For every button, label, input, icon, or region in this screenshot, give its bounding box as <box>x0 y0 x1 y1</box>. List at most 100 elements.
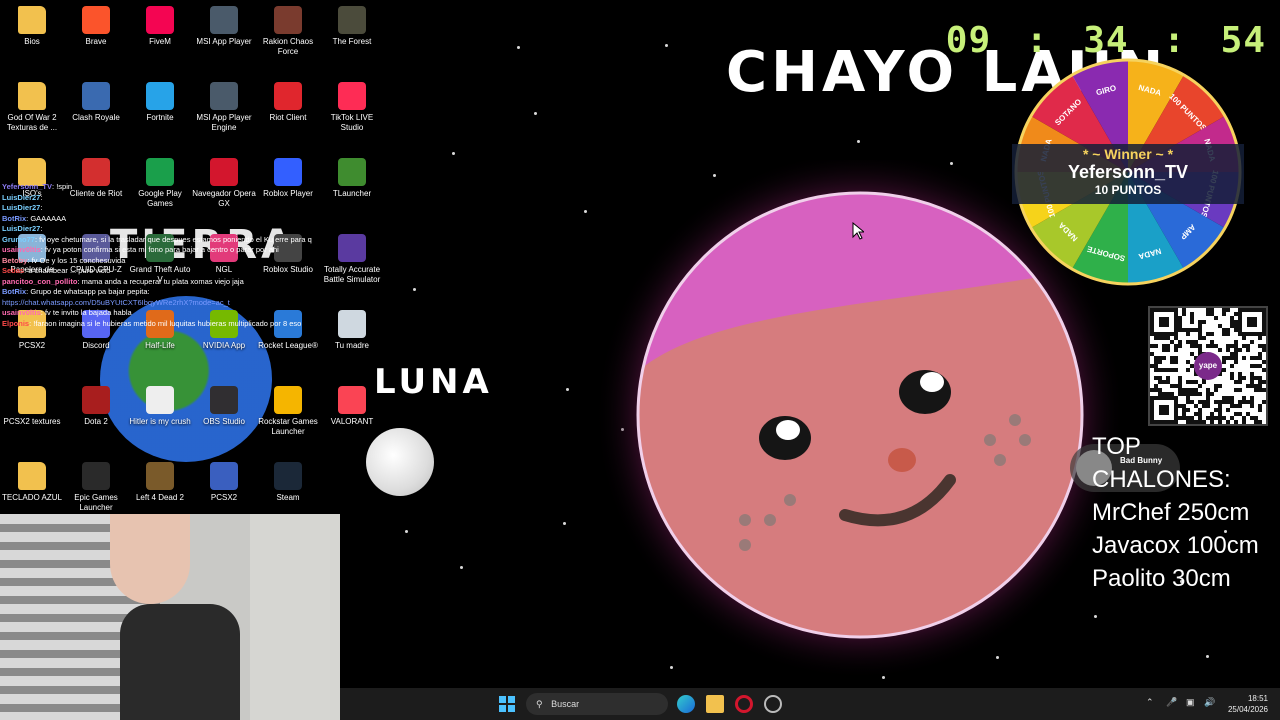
desktop-icon-label: Half-Life <box>145 341 175 350</box>
start-button[interactable] <box>498 695 516 713</box>
clash-royale-icon <box>82 82 110 110</box>
desktop-icon[interactable]: Left 4 Dead 2 <box>128 462 192 503</box>
desktop-icon[interactable]: The Forest <box>320 6 384 47</box>
chat-message: Grumo77: fv oye chetumare, si la traslad… <box>2 235 312 246</box>
winner-name: Yefersonn_TV <box>1067 162 1189 182</box>
desktop-icon-label: God Of War 2 Texturas de ... <box>6 113 58 132</box>
eye-highlight <box>776 420 800 440</box>
desktop-icon-label: Rocket League® <box>258 341 318 350</box>
chat-text: : fv ya poton confirma si esta mi fono p… <box>40 245 279 254</box>
desktop-icon-label: Clash Royale <box>72 113 120 122</box>
desktop-icon[interactable]: Hitler is my crush <box>128 386 192 427</box>
desktop-icon-label: PCSX2 <box>210 493 238 502</box>
clock-hours: 09 <box>945 20 992 61</box>
chat-message: LuisDier27: <box>2 224 312 235</box>
tray-chevron-icon[interactable]: ⌃ <box>1146 697 1154 708</box>
desktop-icon[interactable]: Brave <box>64 6 128 47</box>
desktop-icon-label: PCSX2 textures <box>3 417 61 426</box>
desktop-icon[interactable]: Dota 2 <box>64 386 128 427</box>
search-icon: ⚲ <box>536 699 543 709</box>
planet-nose <box>888 448 916 472</box>
desktop-icon-label: Rakion Chaos Force <box>262 37 314 56</box>
desktop-icon-label: MSI App Player Engine <box>196 113 252 132</box>
desktop-icon[interactable]: Epic Games Launcher <box>64 462 128 513</box>
chat-message: Elponis: !faraon imagina si le hubieras … <box>2 319 312 330</box>
windows-icon <box>499 696 515 712</box>
star <box>460 566 463 569</box>
desktop-icon[interactable]: OBS Studio <box>192 386 256 427</box>
chat-message: LuisDier27: <box>2 193 312 204</box>
chat-message: usainv0ltis: fv ya poton confirma si est… <box>2 245 312 256</box>
desktop-icon[interactable]: MSI App Player <box>192 6 256 47</box>
chat-username: Betoby <box>2 255 28 265</box>
chat-text: : <box>40 203 43 212</box>
desktop-icon-label: Riot Client <box>269 113 307 122</box>
chat-username: Elponis <box>2 318 30 328</box>
fortnite-icon <box>146 82 174 110</box>
chat-text: https://chat.whatsapp.com/D5uBYUtCXT6Ibq… <box>2 297 230 307</box>
edge-icon[interactable] <box>677 695 695 713</box>
desktop-icon[interactable]: VALORANT <box>320 386 384 427</box>
prize-wheel: NADA100 PUNTOSNADA100 PUNTOSAMPNADASOPOR… <box>1012 56 1244 288</box>
desktop-icon[interactable]: FiveM <box>128 6 192 47</box>
desktop-icon[interactable]: PCSX2 textures <box>0 386 64 427</box>
chat-text: : !spin <box>52 182 73 191</box>
chat-message: BotRix: Grupo de whatsapp pa bajar pepit… <box>2 287 312 298</box>
desktop-icon-label: PCSX2 <box>18 341 46 350</box>
tiktok-icon <box>338 82 366 110</box>
chat-text: : fv oye chetumare, si la trasladar que … <box>34 234 312 244</box>
desktop-icon[interactable]: Clash Royale <box>64 82 128 123</box>
riot-client-icon <box>274 82 302 110</box>
desktop-icon[interactable]: God Of War 2 Texturas de ... <box>0 82 64 133</box>
clock-minutes: 34 <box>1083 20 1129 61</box>
star <box>534 112 537 115</box>
file-explorer-icon[interactable] <box>706 695 724 713</box>
desktop-icon[interactable]: Totally Accurate Battle Simulator <box>320 234 384 285</box>
mouse-cursor-icon <box>852 222 864 240</box>
desktop-icon[interactable]: TikTok LIVE Studio <box>320 82 384 133</box>
desktop-icon[interactable]: Fortnite <box>128 82 192 123</box>
desktop-icon-label: TikTok LIVE Studio <box>330 113 374 132</box>
network-icon[interactable]: ▣ <box>1186 697 1195 708</box>
desktop-icon[interactable]: Bios <box>0 6 64 47</box>
desktop-icon[interactable]: PCSX2 <box>192 462 256 503</box>
desktop-icon-label: Bios <box>24 37 40 46</box>
desktop-icon[interactable]: Steam <box>256 462 320 503</box>
desktop-icon[interactable]: Rakion Chaos Force <box>256 6 320 57</box>
chat-message: BotRix: GAAAAAA <box>2 214 312 225</box>
desktop-icon-label: Brave <box>85 37 107 46</box>
desktop-icon[interactable]: Riot Client <box>256 82 320 123</box>
folder-icon <box>18 82 46 110</box>
volume-icon[interactable]: 🔊 <box>1204 697 1215 708</box>
star <box>517 46 520 49</box>
chat-text: : Grupo de whatsapp pa bajar pepita: <box>26 287 150 296</box>
chat-text: : !faraon imagina si le hubieras metido … <box>29 318 302 328</box>
desktop-icon[interactable]: TLauncher <box>320 158 384 199</box>
extra-app-icon[interactable] <box>764 695 782 713</box>
microphone-icon[interactable]: 🎤 <box>1166 697 1177 708</box>
opera-gx-icon[interactable] <box>735 695 753 713</box>
desktop-icon-label: NVIDIA App <box>202 341 246 350</box>
rockstar-icon <box>274 386 302 414</box>
desktop-icon[interactable]: TECLADO AZUL <box>0 462 64 503</box>
desktop-icon[interactable]: Rockstar Games Launcher <box>256 386 320 437</box>
desktop-icon-label: TECLADO AZUL <box>1 493 62 502</box>
chat-text: : fv te invito la bajada habla <box>40 308 132 317</box>
desktop-icon[interactable]: MSI App Player Engine <box>192 82 256 133</box>
top-list-row: Javacox 100cm <box>1092 532 1259 559</box>
epic-games-icon <box>82 462 110 490</box>
chat-message: Yefersonn_TV: !spin <box>2 182 312 193</box>
desktop-icon[interactable]: Tu madre <box>320 310 384 351</box>
star <box>413 288 416 291</box>
dota2-icon <box>82 386 110 414</box>
moon-drawing <box>366 428 434 496</box>
taskbar: ⚲ Buscar ⌃ 🎤 ▣ 🔊 18:51 25/04/2026 <box>340 688 1280 720</box>
chat-message: Sebas: a chambear ... puro vicio <box>2 266 312 277</box>
left4dead-icon <box>146 462 174 490</box>
chat-username: BotRix <box>2 287 27 296</box>
desktop-icon-label: Hitler is my crush <box>129 417 191 426</box>
taskbar-clock[interactable]: 18:51 25/04/2026 <box>1228 693 1268 715</box>
steam-icon <box>274 462 302 490</box>
taskbar-search[interactable]: ⚲ Buscar <box>526 693 668 715</box>
chat-username: Sebas <box>2 266 25 275</box>
